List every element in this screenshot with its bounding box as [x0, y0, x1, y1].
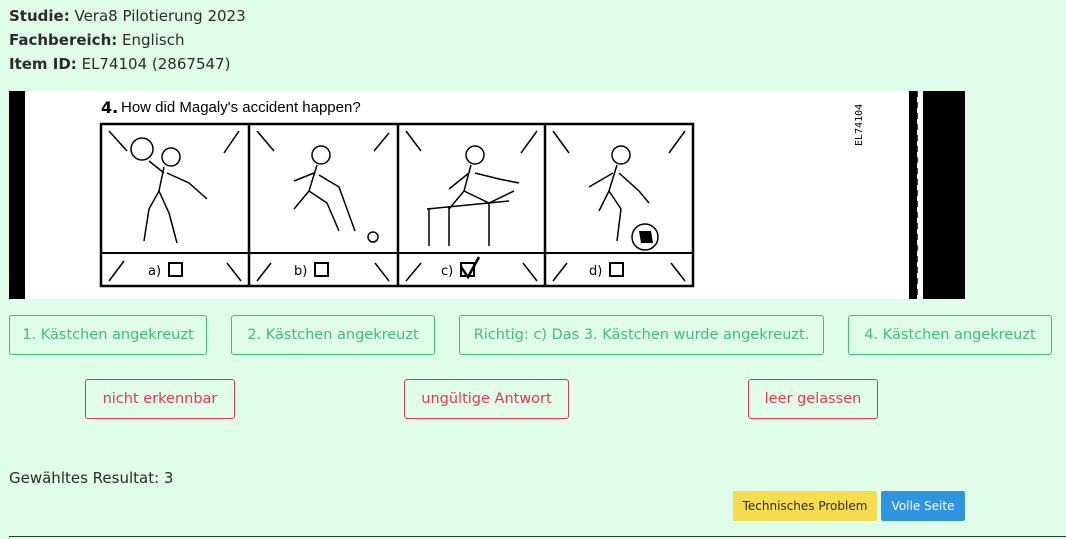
answer-option-1-button[interactable]: 1. Kästchen angekreuzt — [9, 315, 207, 355]
item-id-value: EL74104 (2867547) — [81, 55, 231, 73]
left-empty-button[interactable]: leer gelassen — [748, 379, 878, 419]
panel-b-illustration — [293, 145, 379, 243]
option-b-label: b) — [294, 264, 307, 279]
not-readable-button[interactable]: nicht erkennbar — [85, 379, 235, 419]
invalid-answer-button[interactable]: ungültige Antwort — [404, 379, 569, 419]
full-page-button[interactable]: Volle Seite — [881, 491, 965, 521]
technical-problem-button[interactable]: Technisches Problem — [733, 491, 877, 521]
answer-option-4-button[interactable]: 4. Kästchen angekreuzt — [848, 315, 1052, 355]
option-a-label: a) — [148, 264, 161, 279]
selected-result: Gewähltes Resultat: 3 — [9, 469, 174, 487]
item-id-label: Item ID: — [9, 55, 77, 73]
side-code: EL74104 — [854, 104, 865, 146]
scan-right-edge-2 — [923, 91, 965, 299]
scan-right-edge — [909, 91, 917, 299]
area-label: Fachbereich: — [9, 31, 118, 49]
area-line: Fachbereich: Englisch — [9, 28, 246, 52]
study-label: Studie: — [9, 7, 70, 25]
scan-left-edge — [9, 91, 25, 299]
item-meta: Studie: Vera8 Pilotierung 2023 Fachberei… — [9, 4, 246, 76]
item-id-line: Item ID: EL74104 (2867547) — [9, 52, 246, 76]
area-value: Englisch — [122, 31, 185, 49]
option-a-checkbox — [168, 262, 183, 277]
option-b-checkbox — [314, 262, 329, 277]
bottom-divider — [9, 536, 1066, 537]
option-c-label: c) — [441, 264, 453, 279]
option-d-label: d) — [589, 264, 602, 279]
study-line: Studie: Vera8 Pilotierung 2023 — [9, 4, 246, 28]
answer-option-2-button[interactable]: 2. Kästchen angekreuzt — [231, 315, 435, 355]
question-number: 4. — [101, 98, 118, 117]
option-c-checkmark — [459, 256, 481, 280]
panel-d-illustration — [588, 145, 659, 251]
answer-option-3-correct-button[interactable]: Richtig: c) Das 3. Kästchen wurde angekr… — [459, 315, 824, 355]
panel-c-illustration — [426, 145, 520, 246]
question-text: How did Magaly's accident happen? — [121, 99, 361, 116]
scanned-answer-image: 4. How did Magaly's accident happen? EL7… — [9, 91, 965, 299]
panel-a-illustration — [130, 137, 208, 244]
option-d-checkbox — [609, 262, 624, 277]
study-value: Vera8 Pilotierung 2023 — [74, 7, 246, 25]
